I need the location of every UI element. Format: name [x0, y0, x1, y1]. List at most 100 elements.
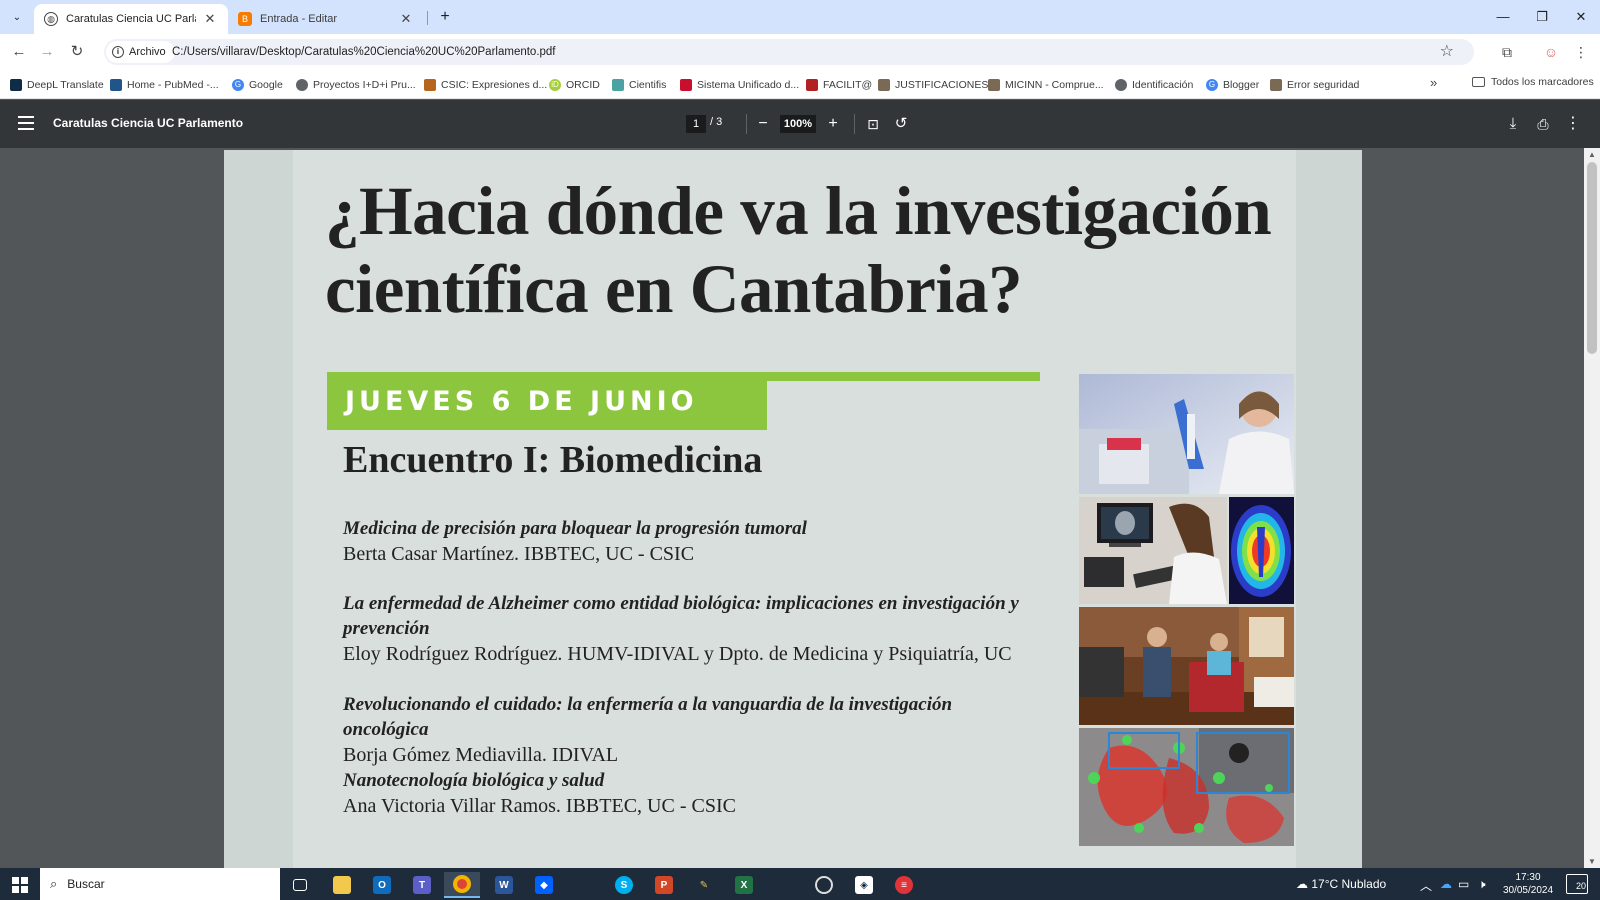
session-title: Encuentro I: Biomedicina	[343, 439, 763, 481]
zoom-input[interactable]: 100%	[780, 115, 816, 133]
bookmark-justificaciones[interactable]: JUSTIFICACIONES	[878, 76, 988, 93]
bookmark-label: Error seguridad	[1287, 78, 1360, 91]
page-number-input[interactable]: 1	[686, 115, 706, 133]
talk-item: La enfermedad de Alzheimer como entidad …	[343, 591, 1033, 667]
download-icon[interactable]: ⤓	[1502, 113, 1524, 135]
bookmark-label: Cientifis	[629, 78, 667, 91]
bookmark-identificacion[interactable]: Identificación	[1115, 76, 1193, 93]
profile-icon[interactable]: ☺	[1540, 41, 1562, 63]
restore-icon[interactable]: ❐	[1527, 6, 1557, 28]
tab-separator	[427, 11, 428, 25]
teams-icon[interactable]: T	[404, 872, 440, 898]
minimize-icon[interactable]: —	[1488, 6, 1518, 28]
show-hidden-icons[interactable]: ︿	[1420, 877, 1432, 894]
volume-muted-icon[interactable]: 🕨	[1478, 877, 1486, 892]
file-explorer-icon[interactable]	[324, 872, 360, 898]
circle-app-icon[interactable]	[806, 872, 842, 898]
bookmark-error-seguridad[interactable]: Error seguridad	[1270, 76, 1359, 93]
address-bar[interactable]: i Archivo C:/Users/villarav/Desktop/Cara…	[104, 39, 1474, 65]
reload-icon[interactable]: ↻	[66, 41, 88, 63]
photo-brain-pet-scan	[1229, 497, 1294, 604]
pdf-viewer[interactable]: ¿Hacia dónde va la investigación científ…	[0, 148, 1600, 868]
tab-caratulas[interactable]: ◍ Caratulas Ciencia UC Parlamento ✕	[34, 4, 228, 34]
word-icon[interactable]: W	[486, 872, 522, 898]
viewer-scrollbar[interactable]: ▲ ▼	[1584, 148, 1600, 868]
facilita-icon	[806, 78, 818, 91]
google-icon: G	[1206, 78, 1218, 91]
poster-headline: ¿Hacia dónde va la investigación científ…	[325, 172, 1275, 328]
app-pen-icon[interactable]: ✎	[686, 872, 722, 898]
network-icon[interactable]: ▭	[1458, 877, 1469, 891]
bookmark-label: Identificación	[1132, 78, 1194, 91]
bookmark-sistema-unificado[interactable]: Sistema Unificado d...	[680, 76, 799, 93]
search-icon: ⌕	[50, 876, 58, 891]
bookmark-orcid[interactable]: iD ORCID	[549, 76, 600, 93]
bookmark-blogger[interactable]: G Blogger	[1206, 76, 1259, 93]
sidebar-menu-icon[interactable]	[18, 116, 34, 130]
bookmark-csic[interactable]: CSIC: Expresiones d...	[424, 76, 547, 93]
scroll-down-icon[interactable]: ▼	[1588, 857, 1596, 866]
bookmarks-overflow-icon[interactable]: »	[1430, 75, 1437, 90]
zoom-in-icon[interactable]: +	[822, 113, 844, 135]
back-icon[interactable]: ←	[8, 41, 30, 63]
extensions-icon[interactable]: ⧉	[1496, 41, 1518, 63]
image-icon	[878, 78, 890, 91]
url-text[interactable]: C:/Users/villarav/Desktop/Caratulas%20Ci…	[172, 39, 556, 65]
pdf-toolbar: Caratulas Ciencia UC Parlamento 1 / 3 − …	[0, 100, 1600, 148]
deepl-app-icon[interactable]: ◈	[846, 872, 882, 898]
more-options-icon[interactable]: ⋮	[1562, 113, 1584, 135]
bookmark-label: MICINN - Comprue...	[1005, 78, 1104, 91]
talk-title: Nanotecnología biológica y salud	[343, 770, 605, 791]
fit-page-icon[interactable]: ⊡	[862, 113, 884, 135]
close-tab-icon[interactable]: ✕	[398, 11, 414, 27]
bookmark-micinn[interactable]: MICINN - Comprue...	[988, 76, 1104, 93]
orcid-icon: iD	[549, 78, 561, 91]
excel-icon[interactable]: X	[726, 872, 762, 898]
all-bookmarks-button[interactable]: Todos los marcadores	[1472, 76, 1594, 88]
rotate-icon[interactable]: ↺	[890, 113, 912, 135]
bookmark-facilita[interactable]: FACILIT@	[806, 76, 872, 93]
print-icon[interactable]: ⎙	[1532, 113, 1554, 135]
globe-icon	[1115, 78, 1127, 91]
notification-center-icon[interactable]: 20	[1566, 874, 1588, 894]
windows-start-icon[interactable]	[12, 877, 28, 893]
photo-fluorescence-microscopy	[1079, 728, 1294, 846]
bookmark-deepl[interactable]: DeepL Translate	[10, 76, 104, 93]
headline-line-2: científica en Cantabria?	[325, 251, 1023, 327]
dropbox-icon[interactable]: ◆	[526, 872, 562, 898]
bookmark-proyectos[interactable]: Proyectos I+D+i Pru...	[296, 76, 416, 93]
bookmark-cientifis[interactable]: Cientifis	[612, 76, 666, 93]
search-placeholder: Buscar	[67, 877, 105, 891]
new-tab-button[interactable]: +	[434, 7, 456, 29]
talk-item: Revolucionando el cuidado: la enfermería…	[343, 692, 1033, 768]
tab-entrada-editar[interactable]: B Entrada - Editar ✕	[228, 4, 424, 34]
zoom-out-icon[interactable]: −	[752, 113, 774, 135]
outlook-icon[interactable]: O	[364, 872, 400, 898]
menu-kebab-icon[interactable]: ⋮	[1570, 41, 1592, 63]
bookmark-google[interactable]: G Google	[232, 76, 283, 93]
clock-time: 17:30	[1515, 872, 1541, 883]
bookmark-label: ORCID	[566, 78, 600, 91]
headline-line-1: ¿Hacia dónde va la investigación	[325, 173, 1272, 249]
taskbar-search[interactable]: ⌕ Buscar	[40, 868, 280, 900]
onedrive-icon[interactable]: ☁	[1440, 877, 1452, 891]
deepl-icon	[10, 78, 22, 91]
system-clock[interactable]: 17:30 30/05/2024	[1500, 871, 1556, 897]
powerpoint-icon[interactable]: P	[646, 872, 682, 898]
close-window-icon[interactable]: ✕	[1566, 6, 1596, 28]
close-tab-icon[interactable]: ✕	[202, 11, 218, 27]
tab-strip: ⌄ ◍ Caratulas Ciencia UC Parlamento ✕ B …	[0, 0, 1600, 34]
weather-widget[interactable]: ☁ 17°C Nublado	[1296, 877, 1386, 891]
bookmark-star-icon[interactable]: ☆	[1440, 41, 1454, 61]
forward-icon[interactable]: →	[36, 41, 58, 63]
scroll-up-icon[interactable]: ▲	[1588, 150, 1596, 159]
task-view-icon[interactable]	[282, 872, 318, 898]
site-info-chip[interactable]: i Archivo	[106, 41, 175, 63]
scrollbar-thumb[interactable]	[1587, 162, 1597, 354]
red-app-icon[interactable]: ≡	[886, 872, 922, 898]
bookmark-pubmed[interactable]: Home - PubMed -...	[110, 76, 219, 93]
chrome-icon[interactable]	[444, 872, 480, 898]
skype-icon[interactable]: S	[606, 872, 642, 898]
tab-search-chevron-icon[interactable]: ⌄	[6, 7, 28, 27]
tab-title: Caratulas Ciencia UC Parlamento	[66, 13, 196, 25]
